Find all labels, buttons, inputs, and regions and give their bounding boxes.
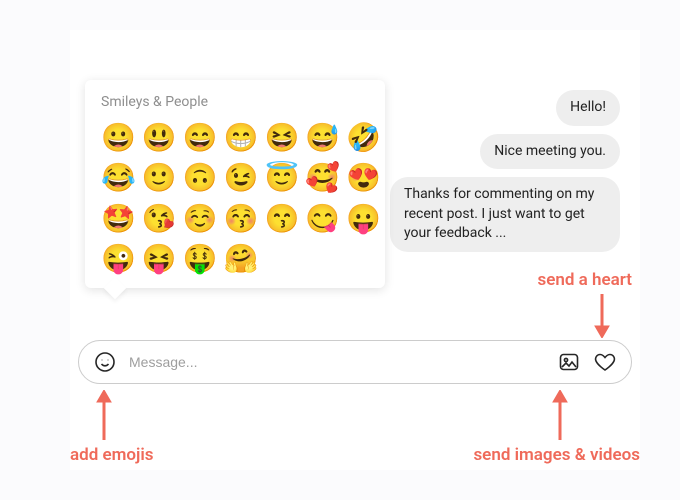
emoji-grid: 😀😃😄😁😆😅🤣😂🙂🙃😉😇🥰😍🤩😘☺️😚😙😋😛😜😝🤑🤗	[101, 120, 369, 278]
emoji-cell[interactable]: 🙃	[183, 160, 218, 196]
emoji-cell[interactable]: 😃	[142, 120, 177, 156]
emoji-cell[interactable]: 🤩	[101, 201, 136, 237]
annotation-heart-label: send a heart	[537, 270, 632, 290]
annotation-emoji-label: add emojis	[70, 445, 154, 465]
message-composer	[78, 340, 632, 384]
annotation-image-label: send images & videos	[473, 445, 640, 465]
image-icon	[557, 350, 581, 374]
emoji-cell[interactable]: 😝	[142, 241, 177, 277]
emoji-picker-tail	[104, 276, 127, 299]
emoji-picker[interactable]: Smileys & People 😀😃😄😁😆😅🤣😂🙂🙃😉😇🥰😍🤩😘☺️😚😙😋😛😜…	[85, 80, 385, 288]
emoji-picker-title: Smileys & People	[101, 94, 369, 110]
emoji-cell[interactable]: 😁	[224, 120, 259, 156]
message-bubble: Thanks for commenting on my recent post.…	[390, 177, 620, 252]
emoji-cell[interactable]: ☺️	[183, 201, 218, 237]
emoji-cell[interactable]: 😀	[101, 120, 136, 156]
message-input[interactable]	[127, 353, 547, 371]
emoji-cell[interactable]: 🤑	[183, 241, 218, 277]
emoji-cell[interactable]: 😛	[346, 201, 381, 237]
heart-icon	[593, 350, 617, 374]
emoji-cell[interactable]: 😆	[265, 120, 300, 156]
annotation-arrow-down	[592, 292, 612, 338]
emoji-cell[interactable]: 😙	[265, 201, 300, 237]
emoji-cell[interactable]: 🥰	[305, 160, 340, 196]
emoji-cell[interactable]: 😄	[183, 120, 218, 156]
emoji-cell[interactable]: 🤣	[346, 120, 381, 156]
annotation-arrow-up	[94, 390, 114, 440]
message-bubble: Hello!	[556, 90, 620, 126]
emoji-cell[interactable]: 😘	[142, 201, 177, 237]
emoji-cell[interactable]: 😂	[101, 160, 136, 196]
emoji-cell[interactable]: 😋	[305, 201, 340, 237]
smiley-icon	[93, 350, 117, 374]
emoji-cell[interactable]: 😚	[224, 201, 259, 237]
message-bubble: Nice meeting you.	[480, 134, 620, 170]
emoji-cell[interactable]: 🙂	[142, 160, 177, 196]
chat-panel: Hello! Nice meeting you. Thanks for comm…	[70, 30, 640, 470]
emoji-button[interactable]	[93, 350, 117, 374]
image-button[interactable]	[557, 350, 581, 374]
message-list: Hello! Nice meeting you. Thanks for comm…	[390, 90, 620, 252]
emoji-cell[interactable]: 😅	[305, 120, 340, 156]
emoji-cell[interactable]: 😉	[224, 160, 259, 196]
emoji-cell[interactable]: 🤗	[224, 241, 259, 277]
emoji-cell[interactable]: 😇	[265, 160, 300, 196]
annotation-arrow-up	[550, 390, 570, 440]
emoji-cell[interactable]: 😍	[346, 160, 381, 196]
emoji-cell[interactable]: 😜	[101, 241, 136, 277]
heart-button[interactable]	[593, 350, 617, 374]
